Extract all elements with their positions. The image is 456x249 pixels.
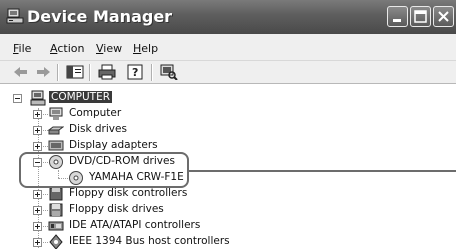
collapse-toggle[interactable] <box>13 94 22 103</box>
expand-toggle[interactable] <box>33 238 42 247</box>
tree-item-label: Computer <box>69 107 122 119</box>
floppy-controller-icon <box>49 187 63 201</box>
ieee1394-icon <box>49 234 63 249</box>
expand-toggle[interactable] <box>33 190 42 199</box>
menu-view[interactable]: View <box>96 42 122 55</box>
tree-item-label: IDE ATA/ATAPI controllers <box>69 219 201 231</box>
expand-toggle[interactable] <box>33 206 42 215</box>
svg-text:?: ? <box>132 66 138 79</box>
forward-arrow-icon[interactable] <box>34 64 52 80</box>
device-manager-window: Device Manager File Action View Help ? C… <box>0 0 456 249</box>
menu-file[interactable]: File <box>13 42 31 55</box>
callout-highlight-box <box>19 152 189 188</box>
floppy-drive-icon <box>49 203 63 217</box>
help-icon[interactable]: ? <box>127 64 145 80</box>
back-arrow-icon[interactable] <box>12 64 30 80</box>
close-icon <box>438 11 449 22</box>
minimize-icon <box>393 19 401 22</box>
properties-icon[interactable] <box>66 64 84 80</box>
menu-action[interactable]: Action <box>50 42 84 55</box>
window-title: Device Manager <box>27 7 173 26</box>
computer-icon <box>30 90 46 106</box>
tree-item-label: Floppy disk drives <box>69 203 164 215</box>
scan-hardware-icon[interactable] <box>160 64 178 80</box>
printer-icon[interactable] <box>98 64 116 80</box>
expand-toggle[interactable] <box>33 142 42 151</box>
title-bar[interactable]: Device Manager <box>0 0 456 34</box>
maximize-button[interactable] <box>410 6 431 27</box>
toolbar-separator <box>151 64 153 81</box>
tree-item-label: Disk drives <box>69 123 127 135</box>
menu-help[interactable]: Help <box>133 42 158 55</box>
computer-icon <box>49 107 63 120</box>
expand-toggle[interactable] <box>33 222 42 231</box>
minimize-button[interactable] <box>387 6 408 27</box>
tree-item-label: IEEE 1394 Bus host controllers <box>69 235 230 247</box>
callout-line <box>189 170 456 172</box>
menu-bar: File Action View Help <box>0 34 456 60</box>
device-manager-icon <box>6 8 24 24</box>
expand-toggle[interactable] <box>33 126 42 135</box>
tree-item-label: Display adapters <box>69 139 158 151</box>
ide-controller-icon <box>48 221 64 231</box>
expand-toggle[interactable] <box>33 110 42 119</box>
tree-root-label: COMPUTER <box>49 91 113 103</box>
disk-drive-icon <box>48 126 64 135</box>
toolbar-separator <box>89 64 91 81</box>
toolbar-separator <box>57 64 59 81</box>
toolbar: ? <box>0 60 456 84</box>
maximize-icon <box>414 10 427 23</box>
tree-item-label: Floppy disk controllers <box>69 187 188 199</box>
close-button[interactable] <box>433 6 454 27</box>
